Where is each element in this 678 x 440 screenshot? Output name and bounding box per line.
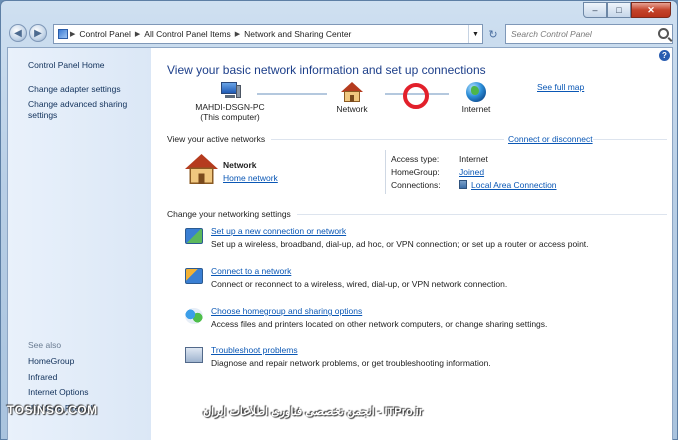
setup-connection-link[interactable]: Set up a new connection or network [211,226,346,236]
ethernet-icon [459,180,467,189]
troubleshoot-desc: Diagnose and repair network problems, or… [211,358,491,368]
access-type-label: Access type: [391,154,440,164]
page-title: View your basic network information and … [167,63,486,77]
change-settings-header: Change your networking settings [167,209,667,219]
internet-node-label: Internet [461,104,491,114]
content-area: Control Panel Home Change adapter settin… [7,47,673,440]
breadcrumb-control-panel[interactable]: Control Panel [75,29,135,39]
address-row: ◀ ▶ ▶ Control Panel ▶ All Control Panel … [7,23,673,45]
annotation-circle [403,83,429,109]
connect-network-link[interactable]: Connect to a network [211,266,291,276]
map-node-internet: Internet [455,82,497,114]
computer-icon [219,82,241,100]
window-frame: – □ ✕ ◀ ▶ ▶ Control Panel ▶ All Control … [0,0,678,440]
homegroup-sharing-link[interactable]: Choose homegroup and sharing options [211,306,362,316]
see-also-infrared[interactable]: Infrared [28,372,94,382]
setup-connection-desc: Set up a wireless, broadband, dial-up, a… [211,239,589,249]
see-also-homegroup[interactable]: HomeGroup [28,356,94,366]
network-type-link[interactable]: Home network [223,173,278,183]
globe-icon [466,82,486,102]
watermark-right: ITPro.ir - انجمن تخصصی فناوری اطلاعات ای… [203,406,424,418]
see-also-internet-options[interactable]: Internet Options [28,387,94,397]
computer-name: MAHDI-DSGN-PC [195,102,265,112]
minimize-button[interactable]: – [583,2,607,18]
search-icon[interactable] [658,28,669,39]
main-panel: ? View your basic network information an… [151,48,674,440]
homegroup-icon [185,308,203,324]
homegroup-joined-link[interactable]: Joined [459,166,484,179]
troubleshoot-link[interactable]: Troubleshoot problems [211,345,298,355]
network-node-label: Network [336,104,368,114]
network-name: Network [223,160,257,170]
divider [271,138,667,140]
maximize-button[interactable]: □ [607,2,631,18]
close-button[interactable]: ✕ [631,2,671,18]
see-also-heading: See also [28,340,62,350]
sidebar: Control Panel Home Change adapter settin… [8,48,151,440]
watermark-left: TOSINSO.COM [7,403,98,417]
address-bar[interactable]: ▶ Control Panel ▶ All Control Panel Item… [53,24,483,44]
connect-network-desc: Connect or reconnect to a wireless, wire… [211,279,508,289]
back-button[interactable]: ◀ [9,24,27,42]
map-node-network: Network [331,82,373,114]
refresh-icon[interactable]: ↻ [485,24,501,44]
address-dropdown-icon[interactable]: ▼ [468,25,482,43]
local-area-connection-link[interactable]: Local Area Connection [471,180,557,190]
new-connection-icon [185,228,203,244]
connect-disconnect-link[interactable]: Connect or disconnect [504,134,593,144]
homegroup-sharing-desc: Access files and printers located on oth… [211,319,548,329]
troubleshoot-icon [185,347,203,363]
breadcrumb-network-sharing[interactable]: Network and Sharing Center [240,29,355,39]
breadcrumb-all-items[interactable]: All Control Panel Items [140,29,234,39]
sidebar-home-link[interactable]: Control Panel Home [28,60,105,70]
map-connector [257,93,327,95]
connect-network-icon [185,268,203,284]
control-panel-icon [58,29,68,39]
divider [385,150,386,194]
divider [296,213,667,215]
sidebar-advanced-sharing[interactable]: Change advanced sharing settings [28,99,136,122]
active-networks-title: View your active networks [167,134,266,144]
change-settings-title: Change your networking settings [167,209,291,219]
network-properties: Access type: Internet HomeGroup: Joined Co… [391,153,557,192]
home-network-icon [341,82,363,102]
search-input[interactable]: Search Control Panel [505,24,673,44]
computer-subtitle: (This computer) [200,112,260,122]
homegroup-label: HomeGroup: [391,167,440,177]
map-node-computer: MAHDI-DSGN-PC (This computer) [193,82,267,122]
help-icon[interactable]: ? [659,50,670,61]
see-full-map-link[interactable]: See full map [537,82,584,92]
sidebar-change-adapter[interactable]: Change adapter settings [28,84,136,96]
forward-button[interactable]: ▶ [29,24,47,42]
window-controls: – □ ✕ [583,2,671,18]
sidebar-links: Change adapter settings Change advanced … [28,84,136,125]
access-type-value: Internet [459,154,488,164]
search-placeholder: Search Control Panel [511,29,592,39]
connections-label: Connections: [391,180,441,190]
network-house-icon [185,154,218,184]
